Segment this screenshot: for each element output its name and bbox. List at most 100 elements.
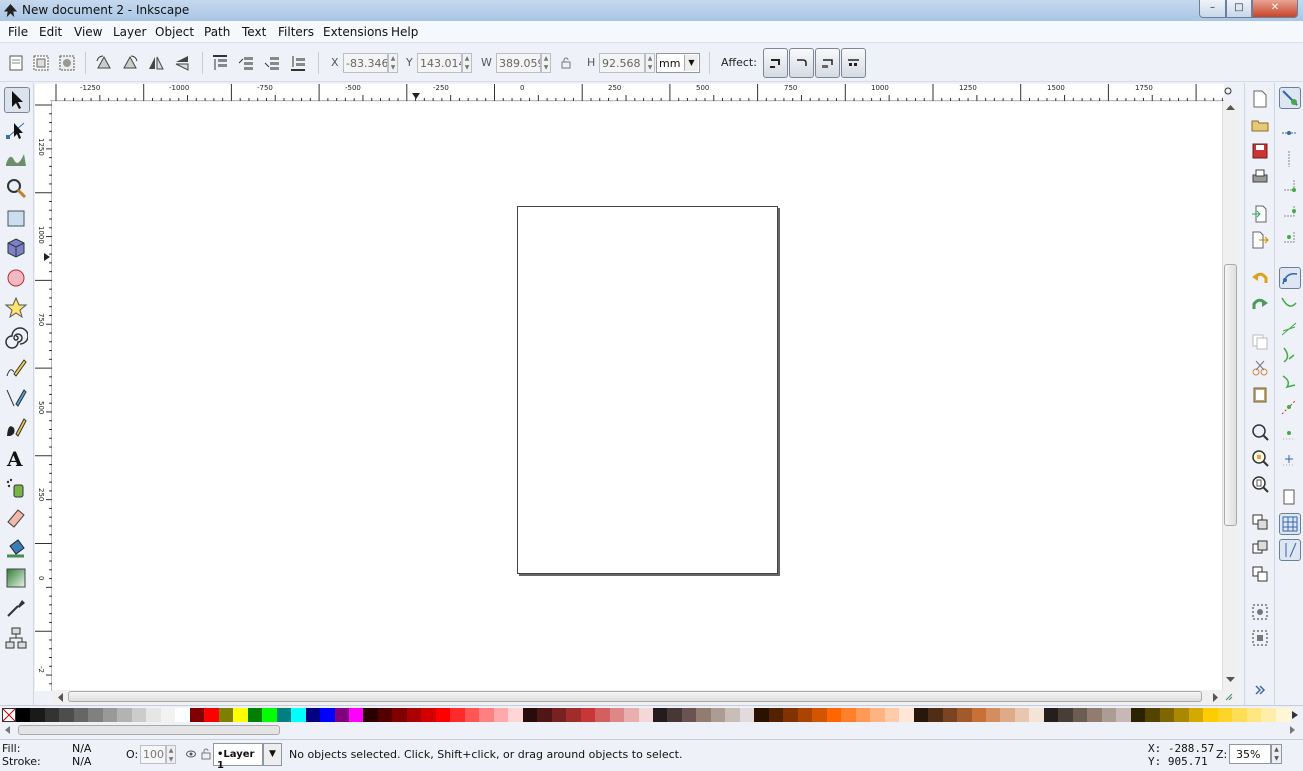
palette-menu-icon[interactable] <box>1291 710 1299 720</box>
color-swatch[interactable] <box>320 708 336 722</box>
dropper-tool[interactable] <box>4 596 30 622</box>
color-swatch[interactable] <box>667 708 683 722</box>
color-swatch[interactable] <box>957 708 973 722</box>
select-all-layers-icon[interactable] <box>31 53 51 73</box>
snap-bbox-corner-button[interactable] <box>1279 175 1301 197</box>
layer-dropdown-icon[interactable]: ▼ <box>263 743 282 766</box>
snap-smooth-button[interactable] <box>1279 371 1301 393</box>
ungroup-icon[interactable] <box>1251 629 1269 647</box>
eraser-tool[interactable] <box>4 506 30 532</box>
color-swatch[interactable] <box>681 708 697 722</box>
color-swatch[interactable] <box>406 708 422 722</box>
spray-tool[interactable] <box>4 476 30 502</box>
color-swatch[interactable] <box>377 708 393 722</box>
menu-text[interactable]: Text <box>242 25 266 39</box>
clone-icon[interactable] <box>1251 539 1269 557</box>
y-stepper[interactable]: ▲ ▼ <box>462 53 472 73</box>
scroll-thumb[interactable] <box>18 725 280 735</box>
color-swatch[interactable] <box>653 708 668 722</box>
color-swatch[interactable] <box>435 708 451 722</box>
scroll-right-icon[interactable] <box>1212 693 1219 702</box>
select-all-icon[interactable] <box>6 53 26 73</box>
invert-selection-icon[interactable] <box>57 53 77 73</box>
3dbox-tool[interactable] <box>4 236 30 262</box>
color-swatch[interactable] <box>1174 708 1190 722</box>
color-swatch[interactable] <box>942 708 958 722</box>
redo-icon[interactable] <box>1251 295 1269 313</box>
color-swatch[interactable] <box>117 708 133 722</box>
color-swatch[interactable] <box>131 708 147 722</box>
opacity-field[interactable]: 100 <box>140 745 166 764</box>
palette-scrollbar[interactable] <box>0 723 1303 738</box>
color-swatch[interactable] <box>1188 708 1204 722</box>
snap-paths-button[interactable] <box>1279 293 1301 315</box>
scroll-left-icon[interactable] <box>57 693 64 702</box>
paste-icon[interactable] <box>1251 385 1269 403</box>
menu-object[interactable]: Object <box>155 25 194 39</box>
zoom-tool[interactable] <box>4 176 30 202</box>
unit-select[interactable]: mm ▼ <box>656 53 700 73</box>
color-swatch[interactable] <box>826 708 842 722</box>
spiral-tool[interactable] <box>4 326 30 352</box>
menu-file[interactable]: File <box>8 25 28 39</box>
color-swatch[interactable] <box>189 708 205 722</box>
affect-patterns-button[interactable] <box>841 48 866 78</box>
affect-rounded-corners-button[interactable] <box>789 48 814 78</box>
snap-guides-button[interactable] <box>1279 539 1301 561</box>
color-swatch[interactable] <box>175 708 191 722</box>
color-swatch[interactable] <box>1159 708 1175 722</box>
color-swatch[interactable] <box>218 708 234 722</box>
color-swatch[interactable] <box>537 708 553 722</box>
export-icon[interactable] <box>1251 231 1269 249</box>
color-swatch[interactable] <box>1130 708 1146 722</box>
affect-stroke-width-button[interactable] <box>763 48 788 78</box>
horizontal-ruler[interactable]: -1250 -1000 -750 -500 -250 0 250 500 750… <box>50 84 1232 101</box>
color-swatch[interactable] <box>1101 708 1117 722</box>
color-swatch[interactable] <box>204 708 220 722</box>
color-swatch[interactable] <box>1145 708 1161 722</box>
layer-lock-icon[interactable] <box>201 748 211 760</box>
color-swatch[interactable] <box>899 708 915 722</box>
color-swatch[interactable] <box>609 708 625 722</box>
ellipse-tool[interactable] <box>4 266 30 292</box>
color-swatch[interactable] <box>1261 708 1277 722</box>
zoom-page-icon[interactable] <box>1251 475 1269 493</box>
color-swatch[interactable] <box>971 708 987 722</box>
lower-to-bottom-icon[interactable] <box>288 53 308 73</box>
text-tool[interactable]: A <box>4 446 30 472</box>
scroll-up-icon[interactable] <box>1226 104 1235 111</box>
rectangle-tool[interactable] <box>4 206 30 232</box>
menu-layer[interactable]: Layer <box>113 25 146 39</box>
color-swatch[interactable] <box>493 708 509 722</box>
scroll-down-icon[interactable] <box>1226 676 1235 683</box>
selector-tool[interactable] <box>4 87 30 113</box>
affect-gradients-button[interactable] <box>815 48 840 78</box>
flip-horizontal-icon[interactable] <box>146 53 166 73</box>
color-swatch[interactable] <box>305 708 321 722</box>
color-swatch[interactable] <box>30 708 46 722</box>
vertical-ruler[interactable]: 1250 1000 750 500 250 0 -2 <box>35 101 52 691</box>
zoom-corner-icon[interactable] <box>1223 86 1233 98</box>
color-swatch[interactable] <box>44 708 60 722</box>
color-swatch[interactable] <box>739 708 755 722</box>
opacity-stepper[interactable]: ▲ ▼ <box>166 745 176 764</box>
zoom-drawing-icon[interactable] <box>1251 449 1269 467</box>
star-tool[interactable] <box>4 296 30 322</box>
zoom-selection-icon[interactable] <box>1251 423 1269 441</box>
zoom-field[interactable]: 35% <box>1229 744 1271 764</box>
snap-rotation-center-button[interactable] <box>1279 449 1301 471</box>
menu-path[interactable]: Path <box>204 25 230 39</box>
cut-icon[interactable] <box>1251 359 1269 377</box>
undo-icon[interactable] <box>1251 269 1269 287</box>
color-swatch[interactable] <box>928 708 944 722</box>
color-swatch[interactable] <box>754 708 770 722</box>
new-document-icon[interactable] <box>1251 90 1269 108</box>
snap-page-border-button[interactable] <box>1279 487 1301 509</box>
flip-vertical-icon[interactable] <box>172 53 192 73</box>
color-palette[interactable] <box>0 705 1303 722</box>
raise-icon[interactable] <box>236 53 256 73</box>
menu-filters[interactable]: Filters <box>278 25 314 39</box>
color-swatch[interactable] <box>1072 708 1088 722</box>
menu-edit[interactable]: Edit <box>39 25 62 39</box>
print-icon[interactable] <box>1251 168 1269 186</box>
